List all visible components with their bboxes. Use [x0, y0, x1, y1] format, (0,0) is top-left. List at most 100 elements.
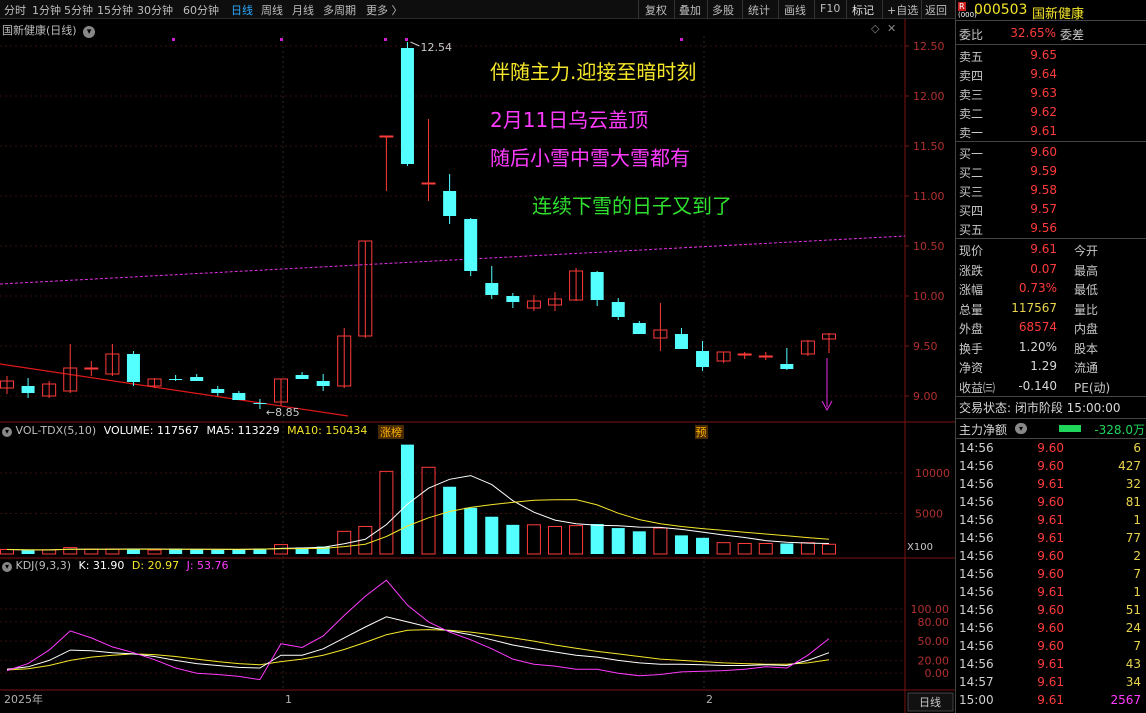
net-flow-value: -328.0万	[1094, 423, 1145, 437]
volume-bar	[548, 525, 562, 555]
tick-time: 15:00	[959, 693, 994, 707]
kdj-d-line	[6, 629, 830, 671]
bid-level: 买四 9.57	[956, 200, 1146, 219]
stat-row-label2: 今开	[1074, 244, 1099, 258]
tick-price: 9.61	[1037, 477, 1064, 491]
volume-bar	[485, 516, 499, 554]
bid-level: 买三 9.58	[956, 181, 1146, 200]
volume-value: VOLUME: 117567	[103, 424, 199, 437]
tick-volume: 7	[1133, 639, 1141, 653]
toolbar-divider	[778, 0, 779, 19]
f10-button[interactable]: F10	[820, 2, 840, 15]
chevron-down-icon[interactable]: ▾	[2, 562, 12, 572]
tab-daily[interactable]: 日线	[231, 2, 253, 18]
stat-row-value: 0.73%	[1018, 281, 1057, 295]
tab-1min[interactable]: 1分钟	[32, 2, 61, 18]
tick-volume: 43	[1125, 657, 1141, 671]
tick-price: 9.60	[1037, 621, 1064, 635]
kdj-panel-title: ▾ KDJ(9,3,3) K: 31.90 D: 20.97 J: 53.76	[2, 559, 229, 572]
tick-row: 14:56 9.60 6	[956, 440, 1146, 458]
ask-level-value: 9.61	[1030, 124, 1057, 138]
tick-price: 9.60	[1037, 567, 1064, 581]
mark-button[interactable]: 标记	[852, 2, 874, 18]
tab-weekly[interactable]: 周线	[261, 2, 283, 18]
chevron-down-icon[interactable]: ▾	[83, 26, 96, 38]
net-flow-row: 主力净额 ▾ -328.0万	[956, 419, 1146, 438]
candle-body	[464, 219, 478, 271]
stat-row-label2: 股本	[1074, 341, 1099, 356]
multi-stock-button[interactable]: 多股	[712, 2, 734, 18]
code-badge: R	[958, 2, 966, 11]
price-tick-label: 10.50	[913, 240, 945, 253]
tab-multi-period[interactable]: 多周期	[323, 2, 356, 18]
chevron-down-icon[interactable]: ▾	[1015, 423, 1027, 434]
stat-row-label: 涨跌	[959, 263, 984, 278]
tick-price: 9.61	[1037, 531, 1064, 545]
period-toolbar: 分时 1分钟 5分钟 15分钟 30分钟 60分钟 日线 周线 月线 多周期 更…	[0, 0, 955, 19]
back-button[interactable]: 返回	[925, 2, 947, 18]
xaxis-label: 2	[706, 693, 713, 706]
ask-level-label: 卖四	[959, 69, 984, 83]
tick-time: 14:56	[959, 585, 994, 599]
tick-time: 14:57	[959, 675, 994, 689]
diamond-icon[interactable]: ◇	[871, 22, 879, 35]
bid-level-value: 9.56	[1030, 221, 1057, 235]
ma-line	[0, 235, 906, 285]
net-flow-bar	[1059, 425, 1081, 432]
volume-tick-label: 5000	[915, 507, 943, 520]
volume-bar	[632, 531, 646, 554]
annotation-4: 连续下雪的日子又到了	[532, 194, 732, 218]
stat-row-label: 涨幅	[959, 283, 984, 297]
tick-price: 9.60	[1037, 459, 1064, 473]
bid-level-value: 9.57	[1030, 202, 1057, 216]
stat-row-label: 换手	[959, 341, 984, 356]
tab-monthly[interactable]: 月线	[292, 2, 314, 18]
xaxis-label: 2025年	[4, 692, 43, 706]
stat-row-value: 117567	[1011, 300, 1057, 315]
toolbar-divider	[707, 0, 708, 19]
tick-row: 14:56 9.60 427	[956, 458, 1146, 476]
weibi-row: 委比 32.65% 委差	[956, 24, 1146, 43]
candle-body	[506, 296, 520, 302]
tick-volume: 2567	[1110, 693, 1141, 707]
tab-30min[interactable]: 30分钟	[137, 2, 173, 18]
volume-unit-label: X100	[907, 542, 933, 553]
chart-area[interactable]: 12.5012.0011.5011.0010.5010.009.509.0010…	[0, 19, 955, 713]
tick-time: 14:56	[959, 639, 994, 653]
close-icon[interactable]: ✕	[887, 22, 896, 35]
marker-dot	[384, 38, 387, 41]
add-watchlist-button[interactable]: +自选	[887, 2, 918, 18]
tick-price: 9.60	[1037, 495, 1064, 509]
price-tick-label: 11.50	[913, 140, 945, 153]
tab-60min[interactable]: 60分钟	[183, 2, 219, 18]
tick-row: 14:56 9.60 2	[956, 548, 1146, 566]
divider	[956, 396, 1146, 397]
candle-body	[611, 302, 625, 317]
annotation-2: 2月11日乌云盖顶	[490, 108, 649, 132]
tick-price: 9.60	[1037, 603, 1064, 617]
stat-row-label: 净资	[959, 361, 984, 375]
tab-more[interactable]: 更多 〉	[366, 2, 403, 18]
stats-button[interactable]: 统计	[748, 2, 770, 18]
price-tick-label: 12.50	[913, 40, 945, 53]
candle-body	[696, 351, 710, 367]
tab-15min[interactable]: 15分钟	[97, 2, 133, 18]
candle-body	[485, 283, 499, 295]
stock-code: 000503	[974, 2, 1028, 18]
chevron-down-icon[interactable]: ▾	[2, 427, 12, 437]
tab-fenshi[interactable]: 分时	[4, 2, 26, 18]
tick-time: 14:56	[959, 549, 994, 563]
tab-5min[interactable]: 5分钟	[64, 2, 93, 18]
fuquan-button[interactable]: 复权	[645, 2, 667, 18]
stat-row: 收益㈢ -0.140 PE(动)	[956, 377, 1146, 396]
tick-volume: 1	[1133, 585, 1141, 599]
draw-line-button[interactable]: 画线	[784, 2, 806, 18]
high-pointer	[410, 41, 420, 47]
overlay-button[interactable]: 叠加	[679, 2, 701, 18]
volume-bar	[653, 527, 668, 555]
tick-volume: 1	[1133, 513, 1141, 527]
bid-level: 买一 9.60	[956, 143, 1146, 162]
toolbar-divider	[921, 0, 922, 19]
tick-price: 9.61	[1037, 513, 1064, 527]
price-tick-label: 10.00	[913, 290, 945, 303]
